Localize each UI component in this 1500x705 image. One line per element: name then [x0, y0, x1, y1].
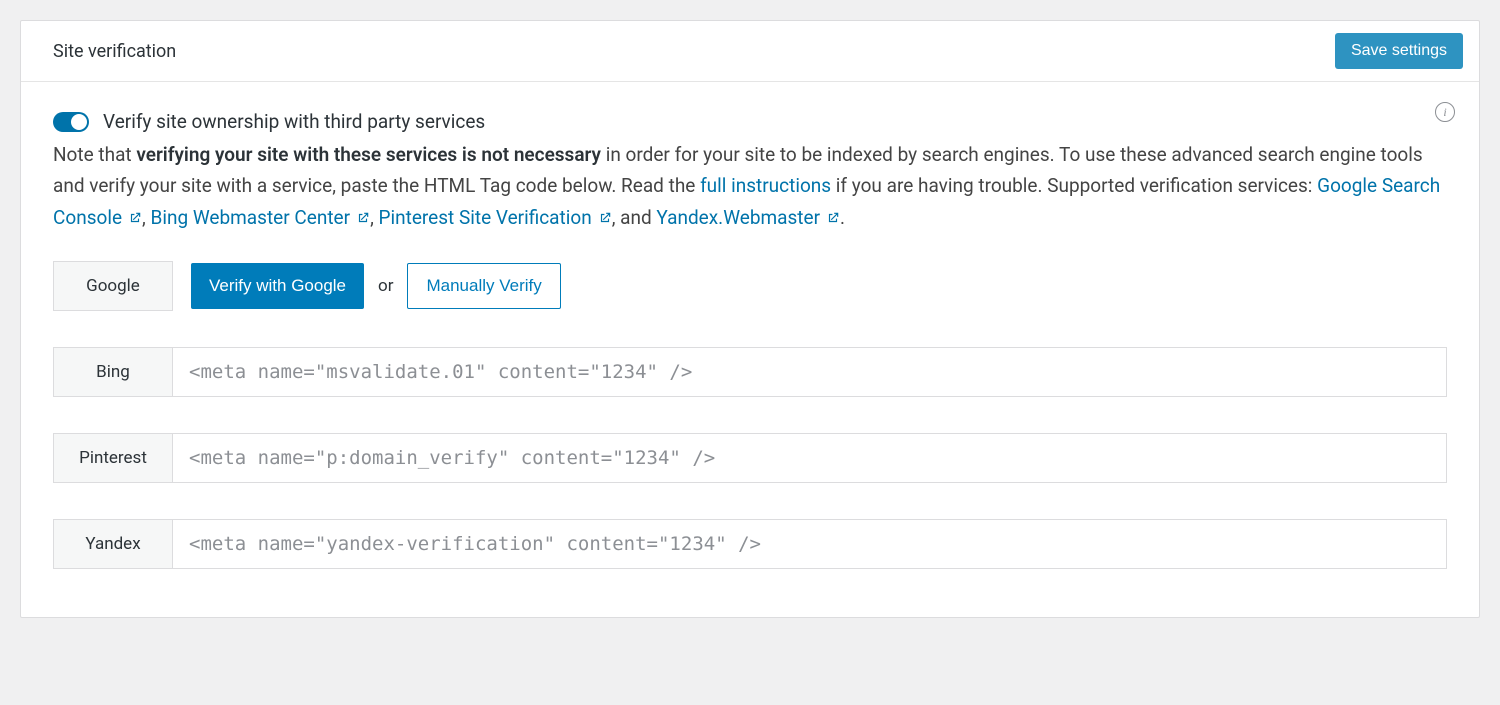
description-text: Note that verifying your site with these…	[53, 139, 1447, 233]
panel-body: i Verify site ownership with third party…	[21, 82, 1479, 617]
site-verification-panel: Site verification Save settings i Verify…	[20, 20, 1480, 618]
sep2: ,	[370, 206, 378, 229]
info-icon[interactable]: i	[1435, 102, 1455, 122]
save-settings-button[interactable]: Save settings	[1335, 33, 1463, 69]
pinterest-input[interactable]	[173, 433, 1447, 483]
verify-with-google-button[interactable]: Verify with Google	[191, 263, 364, 309]
pinterest-row-content	[173, 433, 1447, 483]
google-row: Google Verify with Google or Manually Ve…	[53, 261, 1447, 311]
bing-label: Bing	[53, 347, 173, 397]
toggle-label: Verify site ownership with third party s…	[103, 110, 485, 133]
desc-end: .	[840, 206, 845, 229]
toggle-row: Verify site ownership with third party s…	[53, 110, 1447, 133]
external-link-icon	[598, 211, 612, 225]
external-link-icon	[128, 211, 142, 225]
desc-post-instructions: if you are having trouble. Supported ver…	[831, 174, 1317, 197]
yandex-row-content	[173, 519, 1447, 569]
bing-row-content	[173, 347, 1447, 397]
google-row-content: Verify with Google or Manually Verify	[173, 261, 1447, 311]
yandex-row: Yandex	[53, 519, 1447, 569]
external-link-icon	[356, 211, 370, 225]
google-label: Google	[53, 261, 173, 311]
verification-rows: Google Verify with Google or Manually Ve…	[53, 261, 1447, 569]
manually-verify-button[interactable]: Manually Verify	[407, 263, 560, 309]
yandex-webmaster-link[interactable]: Yandex.Webmaster	[656, 206, 820, 229]
pinterest-label: Pinterest	[53, 433, 173, 483]
full-instructions-link[interactable]: full instructions	[700, 174, 831, 197]
verify-toggle[interactable]	[53, 112, 89, 132]
desc-pre: Note that	[53, 143, 136, 166]
and-text: , and	[612, 206, 657, 229]
bing-input[interactable]	[173, 347, 1447, 397]
panel-header: Site verification Save settings	[21, 21, 1479, 82]
sep1: ,	[142, 206, 150, 229]
yandex-label: Yandex	[53, 519, 173, 569]
desc-bold: verifying your site with these services …	[136, 143, 601, 166]
pinterest-verification-link[interactable]: Pinterest Site Verification	[379, 206, 592, 229]
pinterest-row: Pinterest	[53, 433, 1447, 483]
or-text: or	[378, 276, 393, 296]
panel-title: Site verification	[53, 41, 176, 62]
external-link-icon	[826, 211, 840, 225]
yandex-input[interactable]	[173, 519, 1447, 569]
bing-webmaster-link[interactable]: Bing Webmaster Center	[151, 206, 351, 229]
bing-row: Bing	[53, 347, 1447, 397]
